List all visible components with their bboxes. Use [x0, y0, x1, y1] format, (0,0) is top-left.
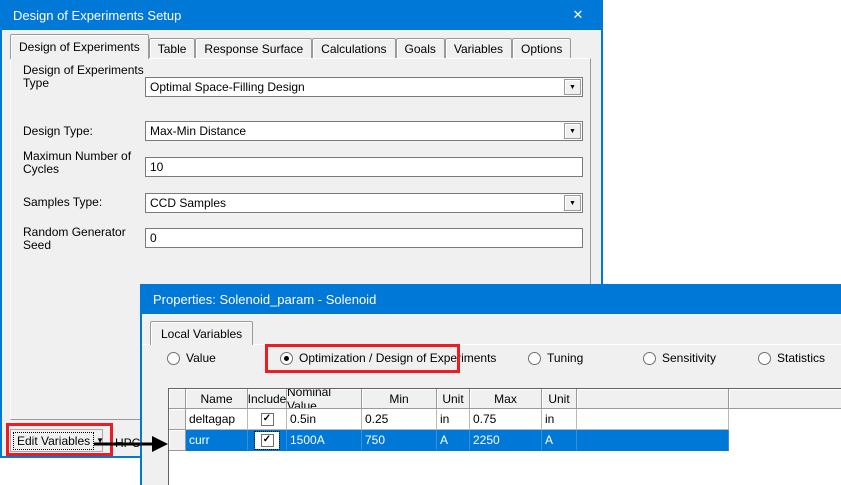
doe-type-combo-button[interactable]: ▼ — [564, 79, 581, 95]
radio-tuning[interactable]: Tuning — [528, 351, 583, 365]
cell-empty[interactable] — [577, 409, 729, 430]
cell-unit-max[interactable]: A — [542, 430, 577, 451]
samples-type-value: CCD Samples — [150, 196, 227, 210]
cell-unit-min[interactable]: in — [437, 409, 470, 430]
tab-variables[interactable]: Variables — [444, 38, 513, 59]
design-type-value: Max-Min Distance — [150, 124, 247, 138]
chevron-down-icon: ▼ — [569, 199, 576, 207]
header-max[interactable]: Max — [470, 389, 542, 409]
radio-circle-icon — [643, 351, 656, 365]
chevron-down-icon: ▼ — [569, 127, 576, 135]
cell-unit-min[interactable]: A — [437, 430, 470, 451]
tab-table[interactable]: Table — [148, 38, 196, 59]
samples-type-label: Samples Type: — [23, 195, 103, 209]
cell-nominal[interactable]: 1500A — [287, 430, 362, 451]
max-cycles-input[interactable] — [145, 157, 583, 177]
header-include[interactable]: Include — [248, 389, 287, 409]
table-row-deltagap[interactable]: deltagap ✓ 0.5in 0.25 in 0.75 in — [169, 409, 841, 430]
header-empty[interactable] — [577, 389, 729, 409]
tab-local-variables[interactable]: Local Variables — [150, 321, 254, 345]
design-type-label: Design Type: — [23, 124, 93, 138]
cell-nominal[interactable]: 0.5in — [287, 409, 362, 430]
tab-response-surface[interactable]: Response Surface — [195, 38, 313, 59]
design-type-combo[interactable]: Max-Min Distance ▼ — [145, 121, 583, 141]
doe-type-value: Optimal Space-Filling Design — [150, 80, 305, 94]
row-selector[interactable] — [169, 409, 186, 430]
radio-statistics[interactable]: Statistics — [758, 351, 825, 365]
checkbox-checked-icon[interactable]: ✓ — [260, 433, 274, 447]
cell-min[interactable]: 0.25 — [362, 409, 437, 430]
radio-circle-icon — [167, 351, 180, 365]
random-seed-label: Random Generator Seed — [23, 225, 126, 252]
tab-goals[interactable]: Goals — [395, 38, 445, 59]
grid-header-row: Name Include Nominal Value Min Unit Max … — [169, 389, 841, 409]
tab-calculations[interactable]: Calculations — [312, 38, 396, 59]
cell-name[interactable]: deltagap — [186, 409, 248, 430]
design-type-combo-button[interactable]: ▼ — [564, 123, 581, 139]
screen: Design of Experiments Setup ✕ Design of … — [0, 0, 841, 485]
doe-titlebar[interactable]: Design of Experiments Setup ✕ — [2, 0, 601, 30]
properties-body: Local Variables Value Optimization / Des… — [142, 314, 841, 485]
samples-type-combo-button[interactable]: ▼ — [564, 195, 581, 211]
chevron-down-icon: ▼ — [569, 83, 576, 91]
cell-max[interactable]: 0.75 — [470, 409, 542, 430]
header-min[interactable]: Min — [362, 389, 437, 409]
radio-value-label: Value — [186, 351, 216, 365]
header-unit-max[interactable]: Unit — [542, 389, 577, 409]
cell-name[interactable]: curr — [186, 430, 248, 451]
cell-max[interactable]: 2250 — [470, 430, 542, 451]
doe-type-combo[interactable]: Optimal Space-Filling Design ▼ — [145, 77, 583, 97]
close-icon[interactable]: ✕ — [567, 0, 589, 30]
table-row-curr-selected[interactable]: curr ✓ 1500A 750 A 2250 A — [169, 430, 841, 451]
tab-options[interactable]: Options — [512, 38, 572, 59]
properties-dialog: Properties: Solenoid_param - Solenoid Lo… — [140, 284, 841, 485]
samples-type-combo[interactable]: CCD Samples ▼ — [145, 193, 583, 213]
cell-include[interactable]: ✓ — [248, 409, 287, 430]
header-filler — [729, 389, 841, 409]
cell-empty[interactable] — [577, 430, 729, 451]
radio-circle-icon — [758, 351, 771, 365]
cell-include[interactable]: ✓ — [248, 430, 287, 451]
properties-dialog-title: Properties: Solenoid_param - Solenoid — [153, 291, 377, 307]
radio-tuning-label: Tuning — [547, 351, 584, 365]
optimization-highlight-box — [265, 344, 460, 373]
tab-design-of-experiments[interactable]: Design of Experiments — [10, 34, 149, 59]
header-row-selector[interactable] — [169, 389, 186, 409]
doe-type-label: Design of Experiments Type — [23, 63, 144, 90]
random-seed-input[interactable] — [145, 228, 583, 248]
variables-grid: Name Include Nominal Value Min Unit Max … — [168, 388, 841, 485]
cell-unit-max[interactable]: in — [542, 409, 577, 430]
doe-dialog-title: Design of Experiments Setup — [13, 7, 182, 23]
header-unit-min[interactable]: Unit — [437, 389, 470, 409]
radio-circle-icon — [528, 351, 541, 365]
doe-tabstrip: Design of Experiments Table Response Sur… — [10, 34, 572, 59]
max-cycles-label: Maximun Number of Cycles — [23, 149, 132, 176]
radio-value[interactable]: Value — [167, 351, 216, 365]
radio-sensitivity[interactable]: Sensitivity — [643, 351, 716, 365]
radio-statistics-label: Statistics — [777, 351, 826, 365]
radio-sensitivity-label: Sensitivity — [662, 351, 717, 365]
header-name[interactable]: Name — [186, 389, 248, 409]
properties-titlebar[interactable]: Properties: Solenoid_param - Solenoid — [142, 284, 841, 314]
annotation-arrow-icon — [94, 436, 168, 452]
checkbox-checked-icon[interactable]: ✓ — [260, 412, 274, 426]
cell-min[interactable]: 750 — [362, 430, 437, 451]
header-nominal[interactable]: Nominal Value — [287, 389, 362, 409]
